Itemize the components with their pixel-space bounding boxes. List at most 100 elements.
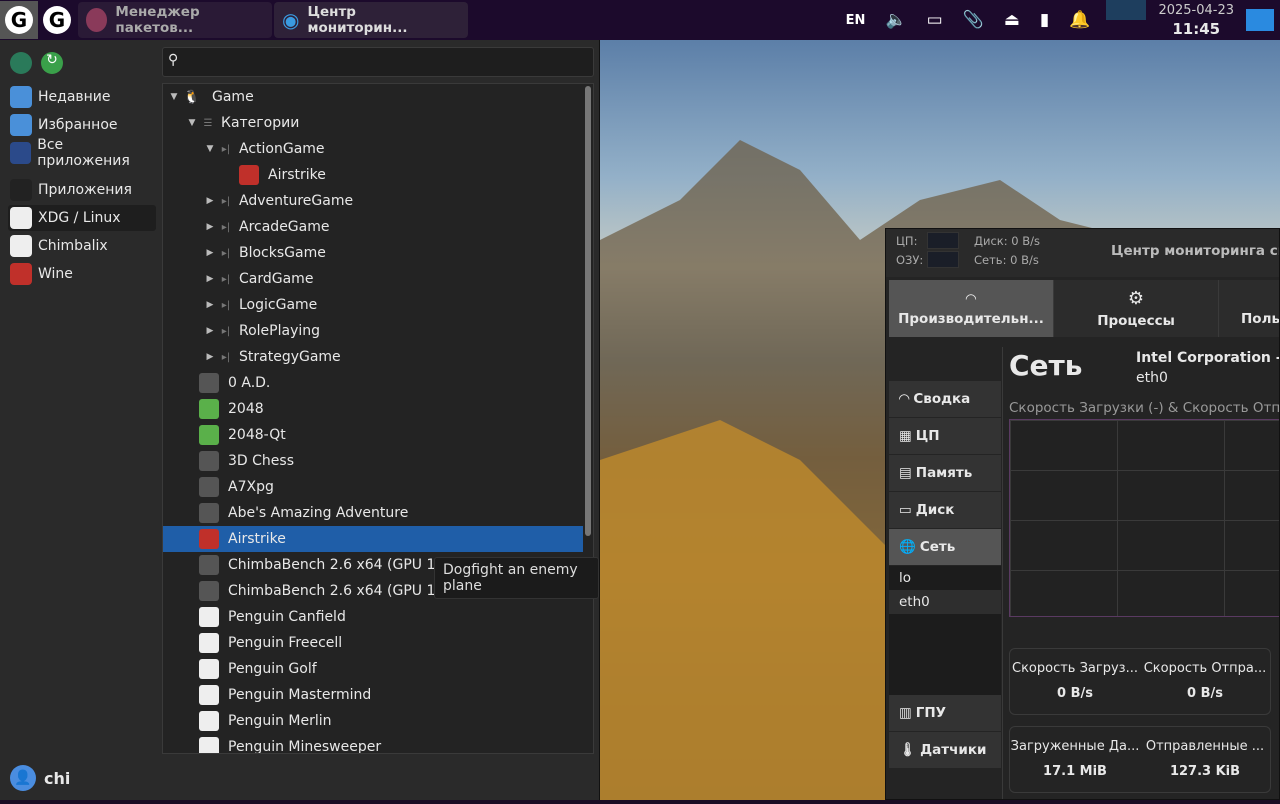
app-icon xyxy=(199,555,219,575)
sidebar-item[interactable]: Chimbalix xyxy=(8,233,156,259)
app-icon xyxy=(199,607,219,627)
tree-item[interactable]: Airstrike xyxy=(163,526,583,552)
task-system-monitor[interactable]: ◉ Центр мониторин... xyxy=(274,2,468,38)
app-icon xyxy=(199,425,219,445)
tree-item[interactable]: ▼ ▸| ActionGame xyxy=(163,136,583,162)
scrollbar[interactable] xyxy=(585,86,591,536)
app-icon xyxy=(199,529,219,549)
sidebar-item[interactable]: Избранное xyxy=(8,112,156,138)
nav-gpu[interactable]: ▥ ГПУ xyxy=(889,695,1001,731)
tree-item[interactable]: Penguin Golf xyxy=(163,656,583,682)
volume-icon[interactable]: 🔈 xyxy=(885,10,906,30)
folder-recent-icon xyxy=(10,86,32,108)
logout-icon[interactable]: ↻ xyxy=(41,52,63,74)
tree-item[interactable]: Penguin Merlin xyxy=(163,708,583,734)
tree-item[interactable]: ▼ 🐧 Game xyxy=(163,84,583,110)
interface-item[interactable]: eth0 xyxy=(889,590,1001,614)
sidebar-item[interactable]: Недавние xyxy=(8,84,156,110)
device-name: Intel Corporation - 8 xyxy=(1136,350,1279,366)
chevron-right-icon[interactable]: ▶ xyxy=(203,300,217,310)
nav-memory[interactable]: ▤ Память xyxy=(889,455,1001,491)
gauge-icon: ◠ xyxy=(965,290,977,307)
tree-item[interactable]: 0 A.D. xyxy=(163,370,583,396)
tree-item[interactable]: 3D Chess xyxy=(163,448,583,474)
sidebar-item[interactable]: Все приложения xyxy=(8,137,156,169)
chevron-down-icon[interactable]: ▼ xyxy=(167,92,181,102)
workspace-switcher[interactable] xyxy=(1106,0,1147,20)
search-input[interactable]: ⚲ xyxy=(162,47,594,77)
nav-gauge[interactable]: ◠ Сводка xyxy=(889,381,1001,417)
tree-item[interactable]: A7Xpg xyxy=(163,474,583,500)
network-graph xyxy=(1009,419,1279,617)
chevron-right-icon[interactable]: ▶ xyxy=(203,274,217,284)
sidebar-item[interactable]: Wine xyxy=(8,261,156,287)
nav-thermometer[interactable]: 🌡 Датчики xyxy=(889,732,1001,768)
chevron-right-icon[interactable]: ▶ xyxy=(203,196,217,206)
user-account[interactable]: 👤 chi xyxy=(10,765,70,791)
tab-processes[interactable]: ⚙ Процессы xyxy=(1054,280,1219,337)
app-icon xyxy=(199,581,219,601)
chevron-right-icon[interactable]: ▶ xyxy=(203,248,217,258)
category-icon: ☰ xyxy=(203,117,213,129)
task-package-manager[interactable]: Менеджер пакетов... xyxy=(78,2,272,38)
taskbar: G G Менеджер пакетов... ◉ Центр мониторин… xyxy=(0,0,1280,40)
network-icon[interactable]: ▭ xyxy=(927,10,943,30)
app-icon xyxy=(199,373,219,393)
tree-item[interactable]: Penguin Freecell xyxy=(163,630,583,656)
gauge-icon: ◠ xyxy=(899,391,910,407)
tree-item[interactable]: ▼ ☰ Категории xyxy=(163,110,583,136)
nav-disk[interactable]: ▭ Диск xyxy=(889,492,1001,528)
clipboard-icon[interactable]: 📎 xyxy=(963,10,984,30)
chevron-down-icon[interactable]: ▼ xyxy=(203,144,217,154)
app-icon xyxy=(199,477,219,497)
app-icon xyxy=(199,659,219,679)
clock[interactable]: 2025-04-23 11:45 xyxy=(1158,2,1234,38)
chevron-right-icon[interactable]: ▶ xyxy=(203,222,217,232)
stats-card: Скорость Загруз... 0 B/s Скорость Отпра...… xyxy=(1009,648,1271,715)
interface-item[interactable]: lo xyxy=(889,566,1001,590)
show-desktop-button[interactable] xyxy=(1246,9,1274,31)
all-apps-icon xyxy=(10,142,32,164)
stat: Скорость Отпра... 0 B/s xyxy=(1143,661,1267,701)
tree-item[interactable]: Penguin Mastermind xyxy=(163,682,583,708)
tree-item[interactable]: Penguin Minesweeper xyxy=(163,734,583,753)
nav-globe[interactable]: 🌐 Сеть xyxy=(889,529,1001,565)
tab-performance[interactable]: ◠ Производительн... xyxy=(889,280,1054,337)
app-icon xyxy=(199,685,219,705)
tree-item[interactable]: ▶ ▸| BlocksGame xyxy=(163,240,583,266)
start-menu-button[interactable]: G xyxy=(0,1,38,39)
tree-item[interactable]: Abe's Amazing Adventure xyxy=(163,500,583,526)
tree-item[interactable]: ▶ ▸| LogicGame xyxy=(163,292,583,318)
battery-icon[interactable]: ▮ xyxy=(1040,10,1049,30)
chevron-down-icon[interactable]: ▼ xyxy=(185,118,199,128)
tree-item[interactable]: ▶ ▸| RolePlaying xyxy=(163,318,583,344)
applications-icon xyxy=(10,179,32,201)
tree-item[interactable]: 2048 xyxy=(163,396,583,422)
ram-meter xyxy=(927,251,959,268)
tux-icon xyxy=(10,207,32,229)
tree-item[interactable]: ▶ ▸| StrategyGame xyxy=(163,344,583,370)
tree-item[interactable]: 2048-Qt xyxy=(163,422,583,448)
tree-item[interactable]: ▶ ▸| AdventureGame xyxy=(163,188,583,214)
chevron-right-icon[interactable]: ▶ xyxy=(203,326,217,336)
search-field[interactable] xyxy=(189,51,589,73)
chevron-right-icon[interactable]: ▶ xyxy=(203,352,217,362)
nav-cpu[interactable]: ▦ ЦП xyxy=(889,418,1001,454)
app-icon xyxy=(199,451,219,471)
tree-item[interactable]: ▶ ▸| CardGame xyxy=(163,266,583,292)
sidebar-item[interactable]: Приложения xyxy=(8,177,156,203)
keyboard-layout[interactable]: EN xyxy=(846,13,866,28)
settings-icon[interactable] xyxy=(10,52,32,74)
chimbalix-logo-button[interactable]: G xyxy=(38,1,76,39)
download-icon xyxy=(86,8,108,32)
stat: Скорость Загруз... 0 B/s xyxy=(1012,661,1138,701)
tab-users[interactable]: Поль xyxy=(1219,280,1279,337)
tree-item[interactable]: ▶ ▸| ArcadeGame xyxy=(163,214,583,240)
notifications-icon[interactable]: 🔔 xyxy=(1069,10,1090,30)
tree-item[interactable]: Penguin Canfield xyxy=(163,604,583,630)
sidebar-item[interactable]: XDG / Linux xyxy=(8,205,156,231)
app-icon xyxy=(199,737,219,753)
eject-icon[interactable]: ⏏ xyxy=(1004,10,1020,30)
tree-item[interactable]: Airstrike xyxy=(163,162,583,188)
app-tree: ▼ 🐧 Game ▼ ☰ Категории ▼ ▸| ActionGame Airstrike ▶… xyxy=(162,83,594,754)
